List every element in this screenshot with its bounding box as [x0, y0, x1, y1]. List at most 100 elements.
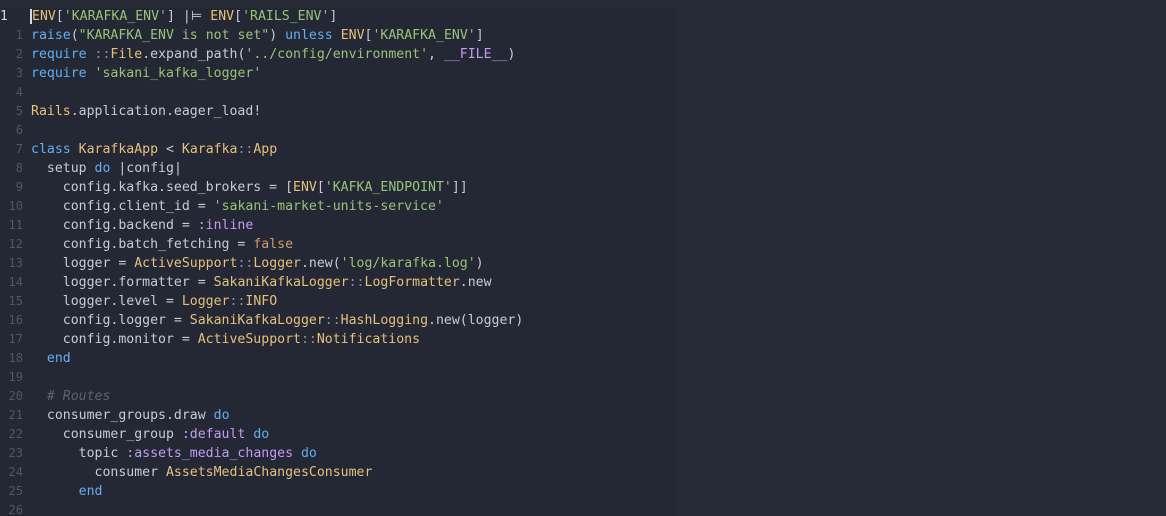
- code-token: logger =: [31, 256, 135, 271]
- code-token: SakaniKafkaLogger: [213, 275, 349, 290]
- code-token: <: [158, 142, 182, 157]
- code-token: [: [234, 9, 243, 24]
- code-token: false: [253, 237, 294, 252]
- line-code: # Routes: [31, 387, 111, 406]
- line-number: 23: [8, 446, 23, 460]
- code-token: ENV: [293, 180, 317, 195]
- line-number: 5: [15, 104, 23, 118]
- code-token: config.backend =: [31, 218, 198, 233]
- code-token: |⊨: [182, 9, 203, 24]
- code-token: end: [46, 351, 71, 366]
- code-line[interactable]: 9 config.kafka.seed_brokers = [ENV['KAFK…: [0, 178, 678, 197]
- line-number: 16: [8, 313, 23, 327]
- code-token: INFO: [245, 294, 278, 309]
- code-token: logger.level =: [31, 294, 182, 309]
- code-token: Karafka: [181, 142, 238, 157]
- code-token: do: [300, 446, 317, 461]
- code-token: ENV: [30, 9, 56, 24]
- code-token: ]: [475, 28, 484, 43]
- code-line[interactable]: 23 topic :assets_media_changes do: [0, 444, 678, 463]
- line-code: config.logger = SakaniKafkaLogger::HashL…: [31, 311, 524, 330]
- code-token: :default: [181, 427, 246, 442]
- code-line[interactable]: 15 logger.level = Logger::INFO: [0, 292, 678, 311]
- code-token: 'log/karafka.log': [340, 256, 476, 271]
- code-lines[interactable]: 1 ENV['KARAFKA_ENV'] |⊨ ENV['RAILS_ENV'] 1…: [0, 7, 678, 516]
- code-line[interactable]: 1 raise("KARAFKA_ENV is not set") unless …: [0, 26, 678, 45]
- code-token: App: [253, 142, 278, 157]
- code-line[interactable]: 3 require 'sakani_kafka_logger': [0, 64, 678, 83]
- code-line[interactable]: 14 logger.formatter = SakaniKafkaLogger:…: [0, 273, 678, 292]
- line-number: 26: [8, 503, 23, 516]
- code-token: config.monitor =: [31, 332, 198, 347]
- line-code: config.monitor = ActiveSupport::Notifica…: [31, 330, 420, 349]
- code-line[interactable]: 19: [0, 368, 678, 387]
- code-line[interactable]: 10 config.client_id = 'sakani-market-uni…: [0, 197, 678, 216]
- line-code: logger.level = Logger::INFO: [31, 292, 277, 311]
- code-token: Logger: [253, 256, 301, 271]
- code-line[interactable]: 1 ENV['KARAFKA_ENV'] |⊨ ENV['RAILS_ENV']: [0, 7, 678, 26]
- code-token: ::: [300, 332, 317, 347]
- code-token: .new(logger): [428, 313, 524, 328]
- code-token: ::: [237, 256, 254, 271]
- code-line[interactable]: 20 # Routes: [0, 387, 678, 406]
- code-line[interactable]: 11 config.backend = :inline: [0, 216, 678, 235]
- code-editor[interactable]: 1 ENV['KARAFKA_ENV'] |⊨ ENV['RAILS_ENV'] 1…: [0, 0, 1166, 516]
- code-token: consumer: [31, 465, 166, 480]
- code-token: ::: [229, 294, 246, 309]
- line-code: ENV['KARAFKA_ENV'] |⊨ ENV['RAILS_ENV']: [30, 7, 337, 26]
- code-token: ]: [167, 9, 183, 24]
- code-token: .new: [459, 275, 492, 290]
- code-line[interactable]: 16 config.logger = SakaniKafkaLogger::Ha…: [0, 311, 678, 330]
- line-number: 15: [8, 294, 23, 308]
- line-number: 21: [8, 408, 23, 422]
- code-line[interactable]: 25 end: [0, 482, 678, 501]
- code-line[interactable]: 17 config.monitor = ActiveSupport::Notif…: [0, 330, 678, 349]
- code-line[interactable]: 4: [0, 83, 678, 102]
- code-token: .application.eager_load!: [70, 104, 262, 119]
- line-number: 11: [8, 218, 23, 232]
- code-line[interactable]: 21 consumer_groups.draw do: [0, 406, 678, 425]
- code-token: config.batch_fetching =: [31, 237, 254, 252]
- line-number: 14: [8, 275, 23, 289]
- code-line[interactable]: 26: [0, 501, 678, 516]
- code-token: ActiveSupport: [197, 332, 301, 347]
- code-token: config.kafka.seed_brokers = [: [31, 180, 294, 195]
- code-token: # Routes: [46, 389, 111, 404]
- line-number: 9: [15, 180, 23, 194]
- code-line[interactable]: 18 end: [0, 349, 678, 368]
- code-line[interactable]: 22 consumer_group :default do: [0, 425, 678, 444]
- code-token: Logger: [181, 294, 230, 309]
- code-token: (: [70, 28, 79, 43]
- code-line[interactable]: 13 logger = ActiveSupport::Logger.new('l…: [0, 254, 678, 273]
- code-line[interactable]: 12 config.batch_fetching = false: [0, 235, 678, 254]
- line-number: 12: [8, 237, 23, 251]
- line-code: logger.formatter = SakaniKafkaLogger::Lo…: [31, 273, 492, 292]
- editor-right-pane[interactable]: [678, 0, 1166, 516]
- line-number: 18: [8, 351, 23, 365]
- code-token: ::: [237, 142, 254, 157]
- code-token: topic: [31, 446, 127, 461]
- code-token: 'KAFKA_ENDPOINT': [324, 180, 452, 195]
- code-token: ): [269, 28, 286, 43]
- code-token: consumer_groups.draw: [31, 408, 214, 423]
- line-number: 24: [8, 465, 23, 479]
- code-token: 'KARAFKA_ENV': [63, 9, 167, 24]
- code-line[interactable]: 8 setup do |config|: [0, 159, 678, 178]
- code-token: 'RAILS_ENV': [242, 9, 330, 24]
- code-line[interactable]: 24 consumer AssetsMediaChangesConsumer: [0, 463, 678, 482]
- line-number: 2: [15, 47, 23, 61]
- code-token: Rails: [31, 104, 71, 119]
- code-token: logger.formatter =: [31, 275, 214, 290]
- code-line[interactable]: 2 require ::File.expand_path('../config/e…: [0, 45, 678, 64]
- code-token: [: [316, 180, 325, 195]
- line-number: 20: [8, 389, 23, 403]
- code-line[interactable]: 5 Rails.application.eager_load!: [0, 102, 678, 121]
- code-line[interactable]: 6: [0, 121, 678, 140]
- line-number: 1: [15, 28, 23, 42]
- code-line[interactable]: 7 class KarafkaApp < Karafka::App: [0, 140, 678, 159]
